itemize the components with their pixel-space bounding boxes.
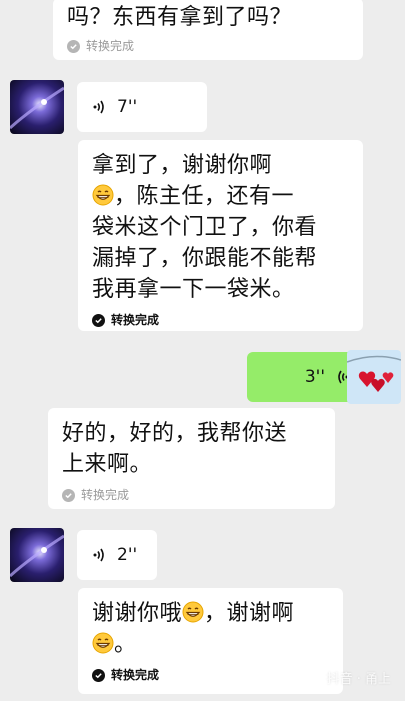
transcript-line: 上来啊。 bbox=[62, 452, 153, 477]
sender-avatar[interactable] bbox=[10, 80, 64, 134]
conversion-status: 转换完成 bbox=[67, 37, 349, 55]
check-circle-icon bbox=[62, 488, 75, 502]
transcript-text: 吗？东西有拿到了吗？ bbox=[67, 5, 293, 30]
grinning-face-icon bbox=[92, 184, 114, 206]
check-circle-icon bbox=[92, 313, 105, 327]
sound-wave-icon bbox=[91, 547, 107, 563]
status-label: 转换完成 bbox=[111, 313, 160, 327]
transcript-text: 。 bbox=[114, 632, 137, 657]
transcript-line: 袋米这个门卫了，你看 bbox=[92, 215, 318, 240]
transcript-line: 漏掉了，你跟能不能帮 bbox=[92, 246, 318, 271]
check-circle-icon bbox=[67, 39, 80, 53]
check-circle-icon bbox=[92, 668, 105, 682]
transcript-bubble[interactable]: 拿到了，谢谢你啊 ，陈主任，还有一 袋米这个门卫了，你看 漏掉了，你跟能不能帮 … bbox=[78, 140, 363, 331]
transcript-bubble-top[interactable]: 吗？东西有拿到了吗？ 转换完成 bbox=[53, 0, 363, 60]
voice-message-bubble[interactable]: 7'' bbox=[77, 82, 207, 132]
transcript-bubble[interactable]: 好的，好的，我帮你送 上来啊。 转换完成 bbox=[48, 408, 335, 509]
transcript-text: ，陈主任，还有一 bbox=[114, 184, 295, 209]
voice-duration: 2'' bbox=[117, 545, 138, 565]
transcript-line: ，陈主任，还有一 bbox=[92, 181, 349, 212]
sender-avatar[interactable] bbox=[10, 528, 64, 582]
transcript-line: 拿到了，谢谢你啊 bbox=[92, 153, 273, 178]
transcript-text: ，谢谢啊 bbox=[204, 601, 295, 626]
user-avatar[interactable] bbox=[347, 350, 401, 404]
transcript-line: 我再拿一下一袋米。 bbox=[92, 277, 295, 302]
grinning-face-icon bbox=[92, 632, 114, 654]
status-label: 转换完成 bbox=[81, 488, 130, 502]
conversion-status: 转换完成 bbox=[92, 311, 349, 329]
grinning-face-icon bbox=[182, 601, 204, 623]
voice-message-bubble[interactable]: 2'' bbox=[77, 530, 157, 580]
voice-duration: 7'' bbox=[117, 97, 138, 117]
transcript-line: 谢谢你哦 ，谢谢啊 bbox=[92, 598, 329, 629]
transcript-text: 谢谢你哦 bbox=[92, 601, 183, 626]
conversion-status: 转换完成 bbox=[62, 486, 321, 504]
sound-wave-icon bbox=[91, 99, 107, 115]
status-label: 转换完成 bbox=[86, 39, 135, 53]
transcript-line: 。 bbox=[92, 629, 329, 660]
transcript-line: 好的，好的，我帮你送 bbox=[62, 421, 288, 446]
voice-duration: 3'' bbox=[304, 367, 325, 387]
status-label: 转换完成 bbox=[111, 668, 160, 682]
transcript-bubble[interactable]: 谢谢你哦 ，谢谢啊 。 转换完成 bbox=[78, 588, 343, 694]
watermark: 抖音 · 甬上 bbox=[326, 672, 391, 687]
conversion-status: 转换完成 bbox=[92, 666, 329, 684]
